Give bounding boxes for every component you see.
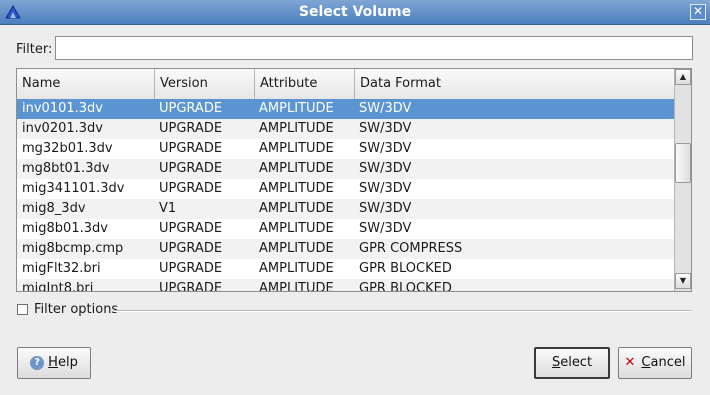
vertical-scrollbar[interactable]: ▲ ▼ xyxy=(674,69,691,291)
format-cell: SW/3DV xyxy=(359,181,412,196)
attribute-cell: AMPLITUDE xyxy=(259,181,334,196)
attribute-cell: AMPLITUDE xyxy=(259,101,334,116)
scroll-down-arrow-icon[interactable]: ▼ xyxy=(675,273,691,289)
version-cell: UPGRADE xyxy=(159,161,223,176)
table-body: inv0101.3dv UPGRADE AMPLITUDE SW/3DV inv0201… xyxy=(17,99,675,292)
format-cell: SW/3DV xyxy=(359,221,412,236)
table-row[interactable]: mig8_3dv V1 AMPLITUDE SW/3DV xyxy=(17,199,675,219)
version-cell: UPGRADE xyxy=(159,101,223,116)
select-button[interactable]: Select xyxy=(534,347,610,379)
table-row[interactable]: mg8bt01.3dv UPGRADE AMPLITUDE SW/3DV xyxy=(17,159,675,179)
table-row[interactable]: migInt8.bri UPGRADE AMPLITUDE GPR BLOCKED xyxy=(17,279,675,292)
close-icon[interactable]: ✕ xyxy=(690,4,706,20)
attribute-cell: AMPLITUDE xyxy=(259,141,334,156)
format-cell: SW/3DV xyxy=(359,201,412,216)
attribute-cell: AMPLITUDE xyxy=(259,161,334,176)
attribute-cell: AMPLITUDE xyxy=(259,241,334,256)
separator-line xyxy=(114,310,692,312)
format-cell: GPR BLOCKED xyxy=(359,281,452,292)
version-cell: V1 xyxy=(159,201,177,216)
scroll-up-arrow-icon[interactable]: ▲ xyxy=(675,69,691,85)
attribute-cell: AMPLITUDE xyxy=(259,281,334,292)
filter-options-checkbox[interactable] xyxy=(17,304,28,315)
attribute-cell: AMPLITUDE xyxy=(259,121,334,136)
help-icon: ? xyxy=(30,355,45,370)
help-button[interactable]: ? Help xyxy=(17,347,91,379)
format-cell: SW/3DV xyxy=(359,101,412,116)
format-cell: SW/3DV xyxy=(359,161,412,176)
name-cell: mig8_3dv xyxy=(22,201,86,216)
version-cell: UPGRADE xyxy=(159,241,223,256)
table-row[interactable]: mig8bcmp.cmp UPGRADE AMPLITUDE GPR COMPRESS xyxy=(17,239,675,259)
attribute-cell: AMPLITUDE xyxy=(259,221,334,236)
version-cell: UPGRADE xyxy=(159,261,223,276)
window-title: Select Volume xyxy=(298,4,412,20)
attribute-cell: AMPLITUDE xyxy=(259,261,334,276)
table-row[interactable]: migFlt32.bri UPGRADE AMPLITUDE GPR BLOCKED xyxy=(17,259,675,279)
cancel-button[interactable]: ✕ Cancel xyxy=(618,347,692,379)
column-header-name[interactable]: Name xyxy=(17,69,155,99)
title-bar: Select Volume ✕ xyxy=(0,0,710,25)
scroll-thumb[interactable] xyxy=(675,143,691,183)
version-cell: UPGRADE xyxy=(159,181,223,196)
name-cell: mg32b01.3dv xyxy=(22,141,113,156)
format-cell: SW/3DV xyxy=(359,141,412,156)
format-cell: GPR BLOCKED xyxy=(359,261,452,276)
table-row[interactable]: mig8b01.3dv UPGRADE AMPLITUDE SW/3DV xyxy=(17,219,675,239)
column-header-attribute[interactable]: Attribute xyxy=(255,69,355,99)
column-header-version[interactable]: Version xyxy=(155,69,255,99)
volume-table: Name Version Attribute Data Format inv01… xyxy=(16,68,692,292)
cancel-x-icon: ✕ xyxy=(624,355,636,370)
filter-input[interactable] xyxy=(55,36,693,60)
format-cell: GPR COMPRESS xyxy=(359,241,463,256)
name-cell: migInt8.bri xyxy=(22,281,94,292)
filter-options-label[interactable]: Filter options xyxy=(34,302,118,317)
version-cell: UPGRADE xyxy=(159,141,223,156)
name-cell: mg8bt01.3dv xyxy=(22,161,110,176)
name-cell: inv0101.3dv xyxy=(22,101,103,116)
name-cell: mig341101.3dv xyxy=(22,181,125,196)
format-cell: SW/3DV xyxy=(359,121,412,136)
name-cell: mig8bcmp.cmp xyxy=(22,241,124,256)
table-row[interactable]: inv0201.3dv UPGRADE AMPLITUDE SW/3DV xyxy=(17,119,675,139)
table-row[interactable]: mig341101.3dv UPGRADE AMPLITUDE SW/3DV xyxy=(17,179,675,199)
filter-label: Filter: xyxy=(16,42,53,57)
name-cell: mig8b01.3dv xyxy=(22,221,108,236)
version-cell: UPGRADE xyxy=(159,121,223,136)
table-header: Name Version Attribute Data Format xyxy=(17,69,675,100)
table-row[interactable]: mg32b01.3dv UPGRADE AMPLITUDE SW/3DV xyxy=(17,139,675,159)
column-header-data-format[interactable]: Data Format xyxy=(355,69,675,99)
version-cell: UPGRADE xyxy=(159,221,223,236)
attribute-cell: AMPLITUDE xyxy=(259,201,334,216)
table-row[interactable]: inv0101.3dv UPGRADE AMPLITUDE SW/3DV xyxy=(17,99,675,119)
name-cell: migFlt32.bri xyxy=(22,261,101,276)
version-cell: UPGRADE xyxy=(159,281,223,292)
name-cell: inv0201.3dv xyxy=(22,121,103,136)
